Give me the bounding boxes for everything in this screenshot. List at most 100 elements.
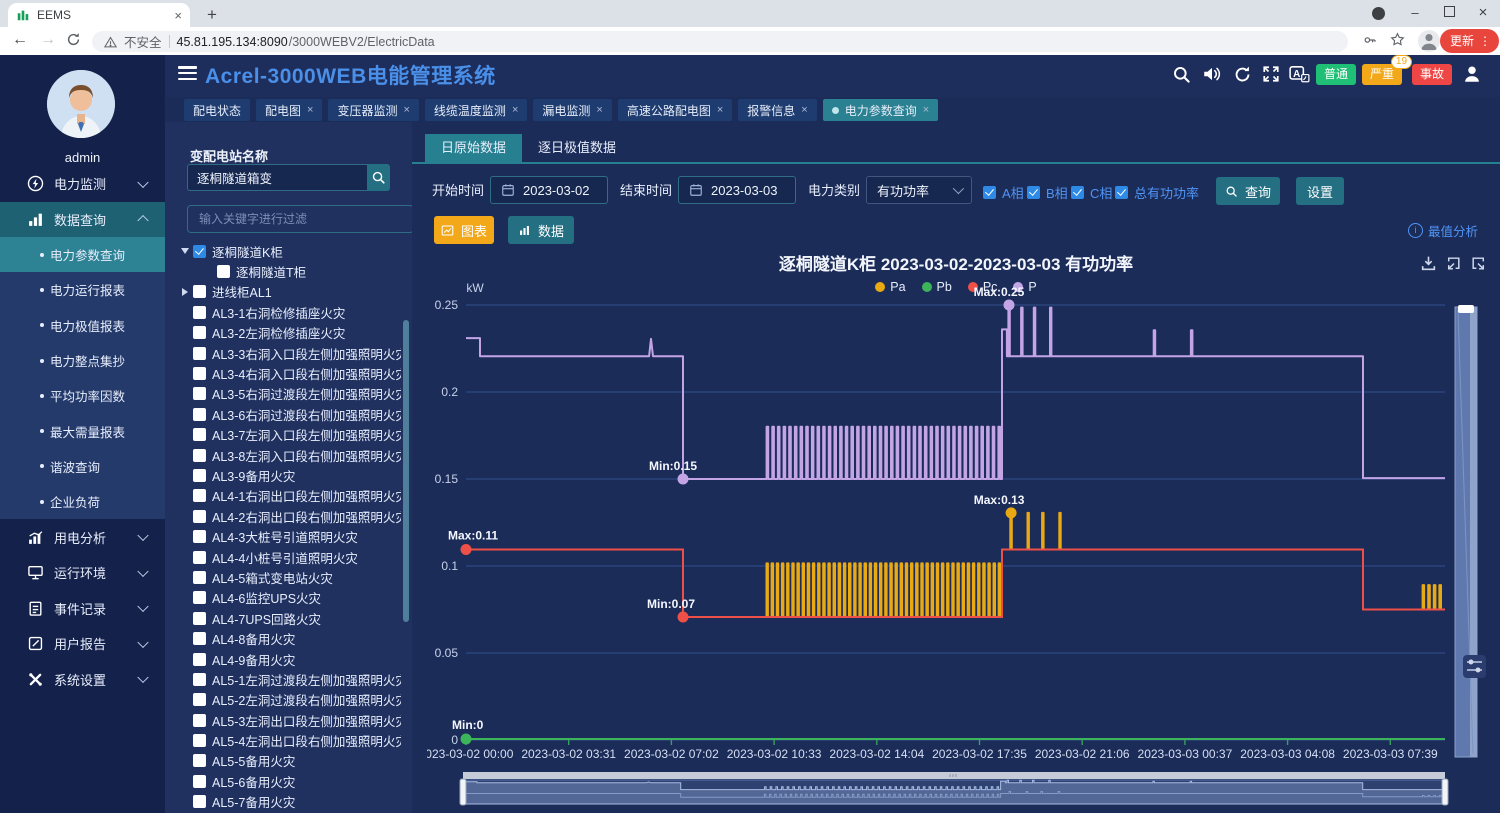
tab-close-icon[interactable]: × <box>403 104 409 116</box>
tree-row-24[interactable]: AL5-3左洞出口段左侧加强照明火灾 <box>177 710 401 730</box>
tree-checkbox[interactable] <box>193 571 206 584</box>
volume-icon[interactable] <box>1202 65 1224 85</box>
sidebar-item-5[interactable]: 平均功率因数 <box>0 378 165 413</box>
settings-button[interactable]: 设置 <box>1296 177 1344 205</box>
tree-checkbox[interactable] <box>193 489 206 502</box>
tree-checkbox[interactable] <box>193 428 206 441</box>
tab-close-icon[interactable]: × <box>596 104 602 116</box>
alarm-button-3[interactable]: 事故 <box>1412 64 1452 85</box>
refresh-icon[interactable] <box>66 32 81 51</box>
tree-checkbox[interactable] <box>193 754 206 767</box>
tree-row-25[interactable]: AL5-4左洞出口段右侧加强照明火灾 <box>177 730 401 750</box>
tree-row-7[interactable]: AL3-4右洞入口段右侧加强照明火灾 <box>177 363 401 383</box>
station-search-button[interactable] <box>367 164 390 191</box>
checkbox-checked-icon[interactable] <box>1071 186 1084 199</box>
fullscreen-icon[interactable] <box>1262 65 1284 85</box>
tree-row-22[interactable]: AL5-1左洞过渡段左侧加强照明火灾 <box>177 669 401 689</box>
sidebar-group-6[interactable]: 用户报告 <box>0 626 165 662</box>
datazoom-left-handle[interactable] <box>460 779 466 805</box>
tree-checkbox[interactable] <box>193 469 206 482</box>
sidebar-item-6[interactable]: 最大需量报表 <box>0 413 165 448</box>
menu-toggle-icon[interactable] <box>178 66 197 81</box>
tree-scrollbar[interactable] <box>403 320 409 622</box>
page-tab-1[interactable]: 配电状态 <box>184 99 250 121</box>
page-tab-2[interactable]: 配电图× <box>256 99 322 121</box>
tab-close-icon[interactable]: × <box>923 104 929 116</box>
tree-checkbox[interactable] <box>193 795 206 808</box>
tree-row-12[interactable]: AL3-9备用火灾 <box>177 465 401 485</box>
checkbox-checked-icon[interactable] <box>1027 186 1040 199</box>
tree-checkbox[interactable] <box>193 673 206 686</box>
page-tab-3[interactable]: 变压器监测× <box>328 99 418 121</box>
data-tab-1[interactable]: 日原始数据 <box>425 134 522 162</box>
alarm-button-1[interactable]: 普通 <box>1316 64 1356 85</box>
tree-checkbox[interactable] <box>193 714 206 727</box>
browser-tab[interactable]: EEMS × <box>8 3 190 27</box>
tree-row-14[interactable]: AL4-2右洞出口段右侧加强照明火灾 <box>177 506 401 526</box>
tree-row-3[interactable]: 进线柜AL1 <box>177 282 401 302</box>
phase-checkbox-3[interactable]: C相 <box>1071 183 1112 202</box>
query-button[interactable]: 查询 <box>1216 177 1280 205</box>
window-minimize-button[interactable]: – <box>1398 0 1432 26</box>
window-close-button[interactable]: × <box>1466 0 1500 26</box>
tree-row-17[interactable]: AL4-5箱式变电站火灾 <box>177 567 401 587</box>
expand-arrow-down-icon[interactable] <box>177 248 193 254</box>
tree-row-26[interactable]: AL5-5备用火灾 <box>177 751 401 771</box>
tree-checkbox[interactable] <box>193 734 206 747</box>
tree-checkbox[interactable] <box>193 387 206 400</box>
sidebar-item-1[interactable]: 电力参数查询 <box>0 237 165 272</box>
bookmark-star-icon[interactable] <box>1390 32 1405 51</box>
tree-checkbox[interactable] <box>193 775 206 788</box>
tab-close-icon[interactable]: × <box>307 104 313 116</box>
tab-close-icon[interactable]: × <box>174 8 182 23</box>
sidebar-group-5[interactable]: 事件记录 <box>0 590 165 626</box>
browser-update-button[interactable]: 更新 ⋮ <box>1440 29 1499 53</box>
tree-row-10[interactable]: AL3-7左洞入口段左侧加强照明火灾 <box>177 425 401 445</box>
tree-checkbox[interactable] <box>193 408 206 421</box>
tab-close-icon[interactable]: × <box>717 104 723 116</box>
vertical-zoom-handle[interactable] <box>1458 305 1474 313</box>
tab-close-icon[interactable]: × <box>512 104 518 116</box>
tree-row-6[interactable]: AL3-3右洞入口段左侧加强照明火灾 <box>177 343 401 363</box>
tree-checkbox[interactable] <box>193 510 206 523</box>
end-date-input[interactable]: 2023-03-03 <box>678 176 796 204</box>
new-tab-button[interactable]: + <box>200 3 224 27</box>
tree-checkbox[interactable] <box>193 449 206 462</box>
expand-arrow-right-icon[interactable] <box>177 288 193 296</box>
sidebar-group-7[interactable]: 系统设置 <box>0 661 165 697</box>
tree-row-8[interactable]: AL3-5右洞过渡段左侧加强照明火灾 <box>177 384 401 404</box>
search-icon[interactable] <box>1172 65 1194 85</box>
translate-icon[interactable]: A <box>1289 65 1311 85</box>
tree-checkbox[interactable] <box>193 285 206 298</box>
alarm-button-2[interactable]: 严重19 <box>1362 64 1402 85</box>
sidebar-item-2[interactable]: 电力运行报表 <box>0 272 165 307</box>
extreme-analysis-link[interactable]: i 最值分析 <box>1408 221 1478 240</box>
back-icon[interactable]: ← <box>12 31 28 49</box>
datazoom-right-handle[interactable] <box>1442 779 1448 805</box>
tree-checkbox[interactable] <box>193 347 206 360</box>
tree-row-1[interactable]: 逐桐隧道K柜 <box>177 241 401 261</box>
tree-row-4[interactable]: AL3-1右洞检修插座火灾 <box>177 302 401 322</box>
tree-checkbox[interactable] <box>193 326 206 339</box>
filter-settings-button[interactable] <box>1463 655 1486 678</box>
sidebar-group-4[interactable]: 运行环境 <box>0 555 165 591</box>
page-tab-7[interactable]: 报警信息× <box>738 99 816 121</box>
sidebar-item-8[interactable]: 企业负荷 <box>0 484 165 519</box>
tree-row-11[interactable]: AL3-8左洞入口段右侧加强照明火灾 <box>177 445 401 465</box>
sidebar-item-7[interactable]: 谐波查询 <box>0 449 165 484</box>
station-search-input[interactable] <box>187 164 367 191</box>
tree-row-18[interactable]: AL4-6监控UPS火灾 <box>177 588 401 608</box>
url-bar[interactable]: 不安全 45.81.195.134:8090/3000WEBV2/Electri… <box>92 31 1348 52</box>
window-maximize-button[interactable] <box>1432 0 1466 26</box>
tree-row-15[interactable]: AL4-3大桩号引道照明火灾 <box>177 526 401 546</box>
chart-view-button[interactable]: 图表 <box>434 216 494 244</box>
browser-profile-avatar[interactable] <box>1418 30 1440 52</box>
tree-checkbox[interactable] <box>193 591 206 604</box>
tree-checkbox[interactable] <box>193 551 206 564</box>
tree-row-20[interactable]: AL4-8备用火灾 <box>177 628 401 648</box>
tree-row-9[interactable]: AL3-6右洞过渡段右侧加强照明火灾 <box>177 404 401 424</box>
page-tab-4[interactable]: 线缆温度监测× <box>425 99 527 121</box>
tree-checkbox[interactable] <box>193 693 206 706</box>
phase-checkbox-2[interactable]: B相 <box>1027 183 1068 202</box>
sidebar-item-3[interactable]: 电力极值报表 <box>0 308 165 343</box>
